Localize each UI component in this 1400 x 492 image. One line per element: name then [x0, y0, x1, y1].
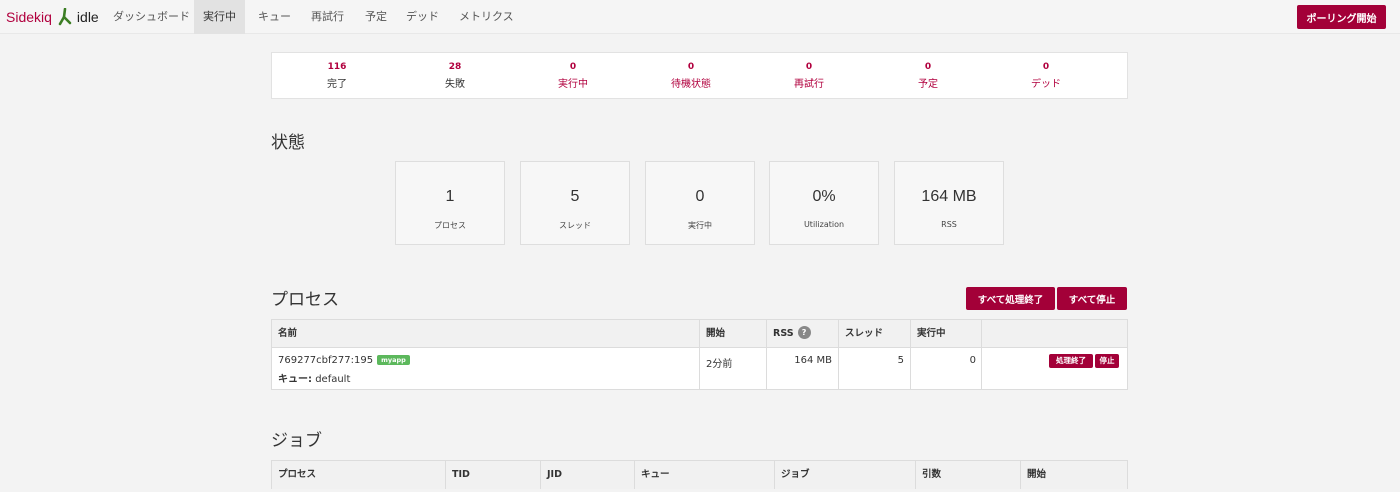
summary-label: 完了 [327, 79, 347, 90]
column-divider [981, 348, 982, 390]
queue-label: キュー: [278, 374, 312, 385]
stat-label: プロセス [434, 221, 466, 230]
summary-label: 待機状態 [671, 79, 711, 90]
process-name: 769277cbf277:195 [278, 355, 374, 366]
summary-value: 0 [805, 62, 813, 72]
stat-label: 実行中 [688, 221, 712, 230]
table-row: 769277cbf277:195 myapp キュー: default 2分前 1… [272, 348, 1127, 390]
summary-label: 予定 [918, 79, 938, 90]
stat-threads: 5 スレッド [520, 161, 630, 245]
stat-rss: 164 MB RSS [894, 161, 1004, 245]
column-header-rss: RSS? [767, 320, 811, 348]
rss-header-label: RSS [773, 328, 794, 339]
summary-bar: 116 完了 28 失敗 0 実行中 0 待機状態 0 再試行 0 予定 0 デ… [271, 52, 1128, 99]
column-header-job: ジョブ [781, 469, 810, 480]
process-started: 2分前 [706, 359, 733, 370]
summary-scheduled[interactable]: 0 予定 [869, 62, 987, 90]
stat-label: RSS [941, 220, 957, 229]
start-polling-button[interactable]: ポーリング開始 [1297, 5, 1386, 29]
summary-label: デッド [1031, 79, 1061, 90]
status-text: idle [76, 9, 99, 25]
processes-heading: プロセス [271, 290, 339, 310]
column-divider [981, 320, 982, 347]
queue-value: default [315, 374, 351, 385]
summary-value: 0 [1042, 62, 1050, 72]
top-navbar: Sidekiq idle ダッシュボード 実行中 キュー 再試行 予定 デッド … [0, 0, 1400, 34]
stat-busy: 0 実行中 [645, 161, 755, 245]
summary-value: 0 [687, 62, 695, 72]
summary-label: 再試行 [794, 79, 824, 90]
processes-table: 名前 開始 RSS? スレッド 実行中 769277cbf277:195 myap… [271, 319, 1128, 390]
quiet-process-button[interactable]: 処理終了 [1049, 354, 1093, 368]
column-header-name: 名前 [278, 328, 298, 339]
brand[interactable]: Sidekiq idle [6, 7, 99, 26]
nav-queues[interactable]: キュー [249, 0, 300, 34]
summary-enqueued[interactable]: 0 待機状態 [632, 62, 750, 90]
process-tag-badge: myapp [377, 355, 410, 365]
help-icon[interactable]: ? [797, 326, 811, 339]
process-identity: 769277cbf277:195 myapp [278, 355, 410, 366]
stat-value: 0 [695, 188, 705, 205]
kiq-logo-icon [58, 7, 72, 26]
table-header: プロセス TID JID キュー ジョブ 引数 開始 [272, 461, 1127, 489]
status-heading: 状態 [271, 133, 305, 153]
quiet-all-button[interactable]: すべて処理終了 [966, 287, 1055, 310]
process-busy: 0 [969, 355, 976, 366]
jobs-table: プロセス TID JID キュー ジョブ 引数 開始 [271, 460, 1128, 489]
stat-processes: 1 プロセス [395, 161, 505, 245]
column-header-busy: 実行中 [917, 328, 946, 339]
stat-value: 0% [812, 188, 836, 205]
summary-retries[interactable]: 0 再試行 [750, 62, 868, 90]
process-rss: 164 MB [794, 355, 832, 366]
column-header-started: 開始 [706, 328, 726, 339]
column-header-threads: スレッド [845, 328, 884, 339]
column-header-process: プロセス [278, 469, 317, 480]
stat-value: 5 [570, 188, 580, 205]
nav-busy[interactable]: 実行中 [194, 0, 245, 34]
column-header-tid: TID [452, 469, 470, 480]
summary-processed[interactable]: 116 完了 [278, 62, 396, 90]
stat-utilization: 0% Utilization [769, 161, 879, 245]
stop-all-button[interactable]: すべて停止 [1057, 287, 1127, 310]
column-divider [699, 348, 700, 390]
summary-value: 116 [327, 62, 347, 72]
process-queue: キュー: default [278, 370, 350, 385]
summary-failed[interactable]: 28 失敗 [396, 62, 514, 90]
column-header-jid: JID [547, 469, 562, 480]
nav-scheduled[interactable]: 予定 [356, 0, 396, 34]
stat-label: Utilization [803, 220, 845, 229]
nav-dashboard[interactable]: ダッシュボード [104, 0, 199, 34]
summary-dead[interactable]: 0 デッド [987, 62, 1105, 90]
stat-value: 1 [445, 188, 455, 205]
table-header: 名前 開始 RSS? スレッド 実行中 [272, 320, 1127, 348]
nav-metrics[interactable]: メトリクス [450, 0, 523, 34]
column-header-queue: キュー [641, 469, 670, 480]
summary-value: 0 [924, 62, 932, 72]
nav-dead[interactable]: デッド [397, 0, 448, 34]
stop-process-button[interactable]: 停止 [1095, 354, 1119, 368]
jobs-heading: ジョブ [271, 431, 322, 451]
brand-name: Sidekiq [6, 9, 52, 25]
summary-label: 失敗 [445, 79, 465, 90]
summary-value: 28 [448, 62, 462, 72]
stat-value: 164 MB [921, 188, 977, 205]
process-threads: 5 [897, 355, 904, 366]
summary-label: 実行中 [558, 79, 588, 90]
summary-busy[interactable]: 0 実行中 [514, 62, 632, 90]
column-header-args: 引数 [922, 469, 942, 480]
stat-label: スレッド [559, 221, 591, 230]
nav-retries[interactable]: 再試行 [302, 0, 353, 34]
summary-value: 0 [569, 62, 577, 72]
column-header-started: 開始 [1027, 469, 1047, 480]
